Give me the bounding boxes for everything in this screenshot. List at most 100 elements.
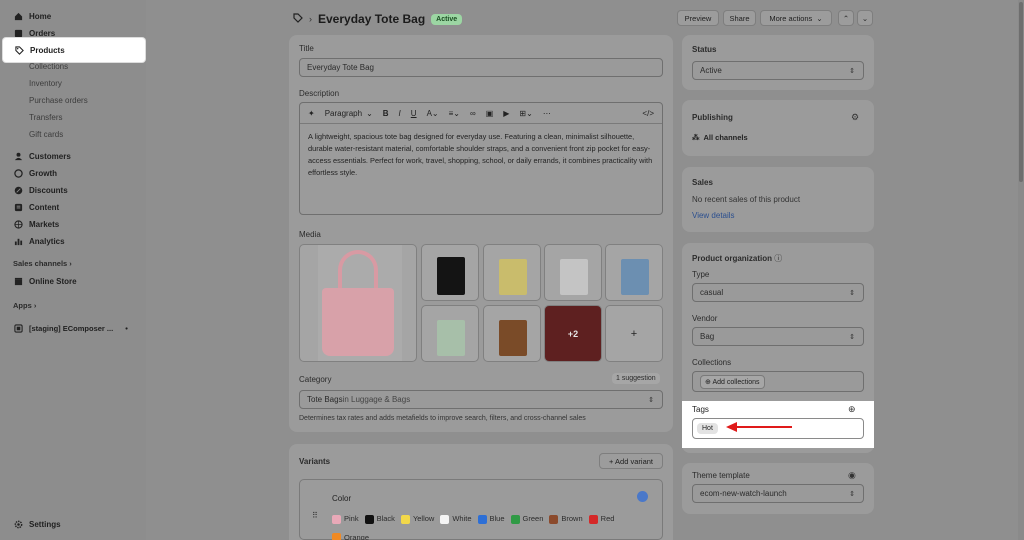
more-actions-button[interactable]: More actions ⌄ bbox=[760, 10, 832, 26]
sidebar-subitem-inventory[interactable]: Inventory bbox=[29, 79, 62, 88]
status-label: Status bbox=[692, 45, 717, 54]
color-chip-pink[interactable]: Pink bbox=[332, 511, 359, 527]
chevron-down-icon: ⌄ bbox=[861, 13, 869, 23]
view-details-link[interactable]: View details bbox=[692, 211, 735, 220]
ai-sparkle-icon[interactable]: ✦ bbox=[308, 109, 315, 118]
add-tag-icon[interactable]: ⊕ bbox=[848, 404, 856, 415]
link-icon[interactable]: ∞ bbox=[470, 109, 476, 118]
vendor-value: Bag bbox=[700, 332, 715, 341]
color-swatch bbox=[400, 514, 410, 524]
color-chip-blue[interactable]: Blue bbox=[477, 511, 505, 527]
more-icon[interactable]: ⋯ bbox=[543, 109, 551, 118]
title-input[interactable]: Everyday Tote Bag bbox=[299, 58, 663, 77]
editor-toolbar: ✦ Paragraph ⌄ B I U A⌄ ≡⌄ ∞ ▣ ▶ ⊞⌄ ⋯ </> bbox=[300, 103, 662, 124]
publishing-channels-label: All channels bbox=[703, 133, 748, 142]
description-text[interactable]: A lightweight, spacious tote bag designe… bbox=[300, 124, 662, 186]
select-arrows-icon: ⇕ bbox=[849, 333, 855, 341]
vendor-select[interactable]: Bag ⇕ bbox=[692, 327, 864, 346]
option-edit-icon[interactable] bbox=[637, 491, 648, 502]
color-chip-brown[interactable]: Brown bbox=[549, 511, 583, 527]
media-main-image[interactable] bbox=[299, 244, 417, 362]
color-name: Black bbox=[376, 514, 395, 523]
eye-icon[interactable]: ◉ bbox=[848, 470, 856, 481]
color-name: White bbox=[452, 514, 472, 523]
product-organization-label: Product organization bbox=[692, 254, 772, 263]
table-icon[interactable]: ⊞⌄ bbox=[519, 109, 532, 118]
sales-text: No recent sales of this product bbox=[692, 195, 801, 204]
media-thumb-yellow[interactable] bbox=[483, 244, 541, 301]
add-variant-button[interactable]: + Add variant bbox=[599, 453, 663, 469]
description-editor[interactable]: ✦ Paragraph ⌄ B I U A⌄ ≡⌄ ∞ ▣ ▶ ⊞⌄ ⋯ </> … bbox=[299, 102, 663, 215]
theme-template-value: ecom-new-watch-launch bbox=[700, 489, 787, 498]
category-suggestion-badge[interactable]: 1 suggestion bbox=[612, 373, 660, 384]
scrollbar[interactable] bbox=[1018, 0, 1024, 540]
tag-chip[interactable]: Hot bbox=[697, 423, 718, 434]
sidebar-item-settings[interactable]: Settings bbox=[13, 517, 61, 531]
color-chip-yellow[interactable]: Yellow bbox=[400, 511, 434, 527]
paragraph-select[interactable]: Paragraph ⌄ bbox=[325, 109, 373, 118]
media-more-button[interactable]: +2 bbox=[544, 305, 602, 362]
color-chip-orange[interactable]: Orange bbox=[332, 530, 369, 540]
sidebar-item-customers[interactable]: Customers bbox=[13, 149, 71, 163]
sidebar-item-online-store[interactable]: Online Store bbox=[13, 274, 77, 288]
italic-icon[interactable]: I bbox=[399, 109, 401, 118]
add-media-button[interactable]: + bbox=[605, 305, 663, 362]
color-chip-black[interactable]: Black bbox=[364, 511, 395, 527]
theme-template-select[interactable]: ecom-new-watch-launch ⇕ bbox=[692, 484, 864, 503]
previous-product-button[interactable]: ⌃ bbox=[838, 10, 854, 26]
media-thumb-brown[interactable] bbox=[483, 305, 541, 362]
text-color-icon[interactable]: A⌄ bbox=[427, 109, 439, 118]
color-swatch bbox=[332, 514, 341, 524]
category-select[interactable]: Tote Bags in Luggage & Bags ⇕ bbox=[299, 390, 663, 409]
sidebar-item-products-highlight: Products bbox=[3, 38, 145, 62]
sales-channels-heading[interactable]: Sales channels › bbox=[13, 259, 72, 268]
tags-input[interactable]: Hot bbox=[692, 418, 864, 439]
sidebar-item-staging-app[interactable]: [staging] EComposer ... • bbox=[13, 321, 128, 335]
color-chip-red[interactable]: Red bbox=[588, 511, 614, 527]
underline-icon[interactable]: U bbox=[411, 109, 417, 118]
color-name: Orange bbox=[344, 532, 370, 540]
sidebar-item-home[interactable]: Home bbox=[13, 9, 51, 23]
apps-heading[interactable]: Apps › bbox=[13, 301, 36, 310]
sidebar-item-growth[interactable]: Growth bbox=[13, 166, 57, 180]
sidebar: Home Orders Products Collections Invento… bbox=[0, 0, 146, 540]
sidebar-subitem-purchase-orders[interactable]: Purchase orders bbox=[29, 96, 88, 105]
sidebar-item-analytics[interactable]: Analytics bbox=[13, 234, 65, 248]
settings-sliders-icon[interactable]: ⚙ bbox=[851, 112, 859, 123]
align-icon[interactable]: ≡⌄ bbox=[449, 109, 460, 118]
color-chip-white[interactable]: White bbox=[440, 511, 472, 527]
video-icon[interactable]: ▶ bbox=[503, 109, 509, 118]
media-thumb-white[interactable] bbox=[544, 244, 602, 301]
media-thumb-black[interactable] bbox=[421, 244, 479, 301]
status-select[interactable]: Active ⇕ bbox=[692, 61, 864, 80]
preview-button[interactable]: Preview bbox=[677, 10, 719, 26]
sidebar-item-markets[interactable]: Markets bbox=[13, 217, 59, 231]
sidebar-item-products[interactable]: Products bbox=[14, 43, 65, 57]
scrollbar-thumb[interactable] bbox=[1019, 2, 1023, 182]
bold-icon[interactable]: B bbox=[383, 109, 389, 118]
media-thumb-green[interactable] bbox=[421, 305, 479, 362]
code-icon[interactable]: </> bbox=[642, 109, 654, 118]
info-icon[interactable]: ⓘ bbox=[774, 254, 782, 263]
image-icon[interactable]: ▣ bbox=[486, 109, 494, 118]
tag-icon[interactable] bbox=[293, 13, 303, 25]
collections-field[interactable]: ⊕ Add collections bbox=[692, 371, 864, 392]
globe-icon bbox=[13, 219, 23, 229]
sidebar-item-content[interactable]: Content bbox=[13, 200, 59, 214]
sidebar-item-label: Analytics bbox=[29, 236, 65, 246]
next-product-button[interactable]: ⌄ bbox=[857, 10, 873, 26]
sidebar-item-discounts[interactable]: Discounts bbox=[13, 183, 68, 197]
sidebar-item-label: Orders bbox=[29, 28, 56, 38]
sidebar-subitem-gift-cards[interactable]: Gift cards bbox=[29, 130, 63, 139]
add-collections-button[interactable]: ⊕ Add collections bbox=[700, 374, 765, 389]
type-select[interactable]: casual ⇕ bbox=[692, 283, 864, 302]
status-value: Active bbox=[700, 66, 722, 75]
sidebar-subitem-collections[interactable]: Collections bbox=[29, 62, 68, 71]
drag-handle-icon[interactable]: ⠿ bbox=[312, 511, 318, 520]
sidebar-subitem-transfers[interactable]: Transfers bbox=[29, 113, 63, 122]
title-label: Title bbox=[299, 44, 314, 53]
chevron-right-icon: › bbox=[33, 301, 37, 310]
color-chip-green[interactable]: Green bbox=[510, 511, 543, 527]
media-thumb-blue[interactable] bbox=[605, 244, 663, 301]
share-button[interactable]: Share bbox=[723, 10, 756, 26]
